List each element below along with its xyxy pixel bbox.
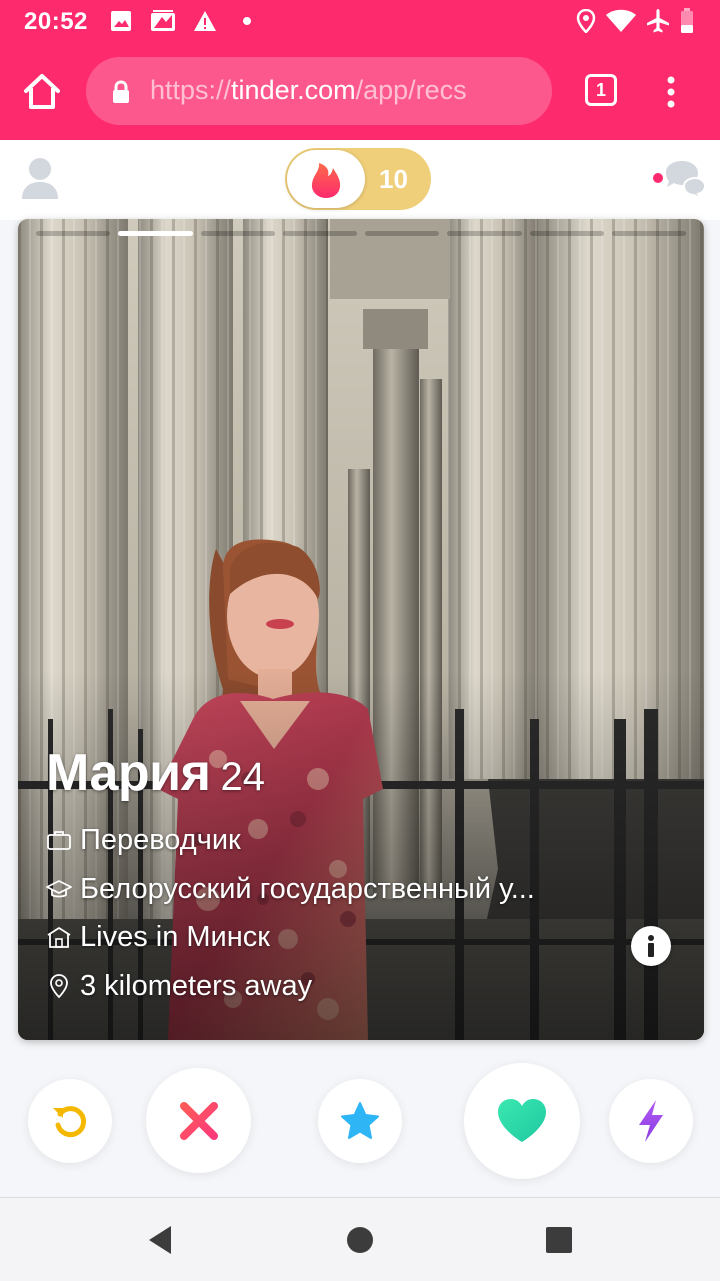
airplane-icon [645,8,671,34]
rewind-button[interactable] [28,1079,112,1163]
profile-card[interactable]: Мария 24 Переводчик Белорусский государст… [18,219,704,1040]
star-icon [341,1102,379,1139]
x-icon [179,1101,218,1140]
gold-count: 10 [379,164,408,194]
like-button[interactable] [464,1063,580,1179]
profile-button[interactable] [20,156,60,200]
app-header: 10 [0,140,720,220]
overflow-menu-icon [667,76,675,108]
photo-progress-segment[interactable] [36,231,111,236]
browser-chrome: 20:52 https://tinder.com/app/recs 1 [0,0,720,140]
job-text: Переводчик [80,823,241,856]
gold-toggle[interactable]: 10 [285,148,431,210]
back-button[interactable] [145,1224,175,1256]
status-bar: 20:52 [0,0,720,44]
photo-progress-segment[interactable] [200,231,275,236]
heart-icon [498,1099,546,1142]
recents-icon [546,1227,572,1253]
photo-progress-segment[interactable] [529,231,604,236]
photo-progress-segment[interactable] [365,231,440,236]
boost-button[interactable] [609,1079,693,1163]
url-path: /app/recs [355,75,467,105]
url-text: https://tinder.com/app/recs [150,75,467,106]
url-domain: tinder.com [231,75,356,105]
city-line: Lives in Минск [46,917,270,957]
location-icon [576,8,596,34]
city-text: Lives in Минск [80,920,270,953]
flame-icon [311,163,341,198]
battery-low-icon [680,8,694,34]
warning-icon [193,8,217,34]
name-row: Мария 24 [46,743,265,803]
distance-line: 3 kilometers away [46,966,312,1006]
address-bar[interactable]: https://tinder.com/app/recs [86,57,552,125]
photo-progress-segment-active[interactable] [118,231,193,236]
image-icon [110,8,132,34]
browser-menu-button[interactable] [660,72,682,112]
school-line: Белорусский государственный у... [46,869,535,909]
dot-icon [242,8,252,34]
photo-progress-segment[interactable] [282,231,357,236]
photo-progress [36,231,686,236]
system-nav-bar [0,1197,720,1281]
url-scheme: https:// [150,75,232,105]
info-icon [648,935,654,957]
job-line: Переводчик [46,820,241,860]
back-icon [149,1226,171,1254]
discover-button[interactable] [287,150,365,208]
home-icon [24,74,60,109]
nope-button[interactable] [146,1068,251,1173]
bolt-icon [639,1100,663,1142]
wifi-icon [605,8,637,34]
messages-button[interactable] [648,158,707,202]
status-time: 20:52 [24,8,88,35]
graduation-cap-icon [46,880,72,898]
distance-text: 3 kilometers away [80,969,313,1002]
messages-icon [653,161,707,202]
home-button[interactable] [20,70,64,114]
lock-icon [108,79,134,105]
system-home-button[interactable] [346,1226,374,1254]
profile-icon [22,158,58,199]
profile-name: Мария [46,744,211,802]
profile-info-button[interactable] [631,926,671,966]
url-row: https://tinder.com/app/recs 1 [0,56,720,128]
photo-progress-segment[interactable] [447,231,522,236]
gallery-icon [150,8,176,34]
house-icon [47,927,71,948]
rewind-icon [53,1106,87,1138]
photo-progress-segment[interactable] [611,231,686,236]
super-like-button[interactable] [318,1079,402,1163]
location-pin-icon [50,974,68,999]
recents-button[interactable] [545,1226,573,1254]
tab-switcher-button[interactable]: 1 [585,74,617,106]
circle-home-icon [347,1227,373,1253]
briefcase-icon [47,831,71,850]
school-text: Белорусский государственный у... [80,872,535,905]
profile-age: 24 [220,755,265,799]
